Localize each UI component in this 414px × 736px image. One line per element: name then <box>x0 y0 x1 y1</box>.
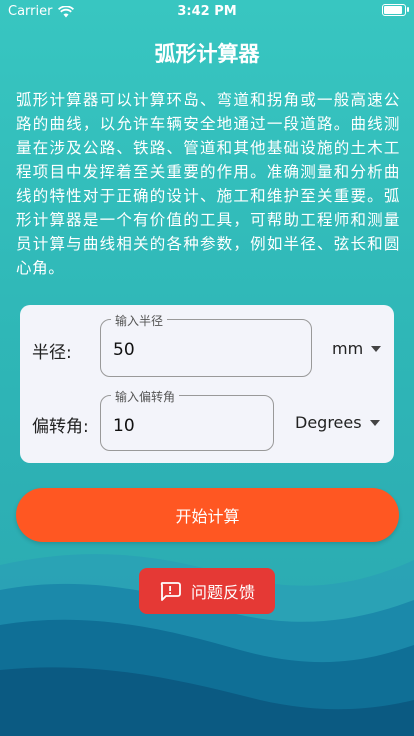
angle-input[interactable]: 输入偏转角 10 <box>100 388 274 451</box>
status-right <box>382 4 409 16</box>
angle-value: 10 <box>113 416 135 436</box>
status-bar: Carrier 3:42 PM <box>0 0 414 22</box>
status-time: 3:42 PM <box>177 4 237 19</box>
page-title: 弧形计算器 <box>154 42 260 66</box>
chevron-down-icon <box>369 419 380 426</box>
angle-unit-label: Degrees <box>295 413 362 432</box>
angle-unit-select[interactable]: Degrees <box>295 413 380 432</box>
feedback-button[interactable]: 问题反馈 <box>139 568 275 614</box>
angle-field-label: 输入偏转角 <box>111 388 180 405</box>
radius-value: 50 <box>113 340 135 360</box>
battery-icon <box>382 4 409 16</box>
feedback-icon <box>160 582 181 601</box>
radius-input[interactable]: 输入半径 50 <box>100 312 312 377</box>
chevron-down-icon <box>371 345 382 352</box>
angle-label: 偏转角: <box>32 417 89 437</box>
input-card: 半径: 输入半径 50 mm 偏转角: 输入偏转角 10 Degrees <box>20 305 394 463</box>
description-text: 弧形计算器可以计算环岛、弯道和拐角或一般高速公路的曲线，以允许车辆安全地通过一段… <box>16 91 400 277</box>
radius-unit-label: mm <box>332 339 364 358</box>
radius-unit-select[interactable]: mm <box>332 339 382 358</box>
calculate-button[interactable]: 开始计算 <box>16 488 399 542</box>
radius-field-label: 输入半径 <box>111 312 168 329</box>
feedback-label: 问题反馈 <box>190 583 255 602</box>
radius-label: 半径: <box>32 343 72 363</box>
